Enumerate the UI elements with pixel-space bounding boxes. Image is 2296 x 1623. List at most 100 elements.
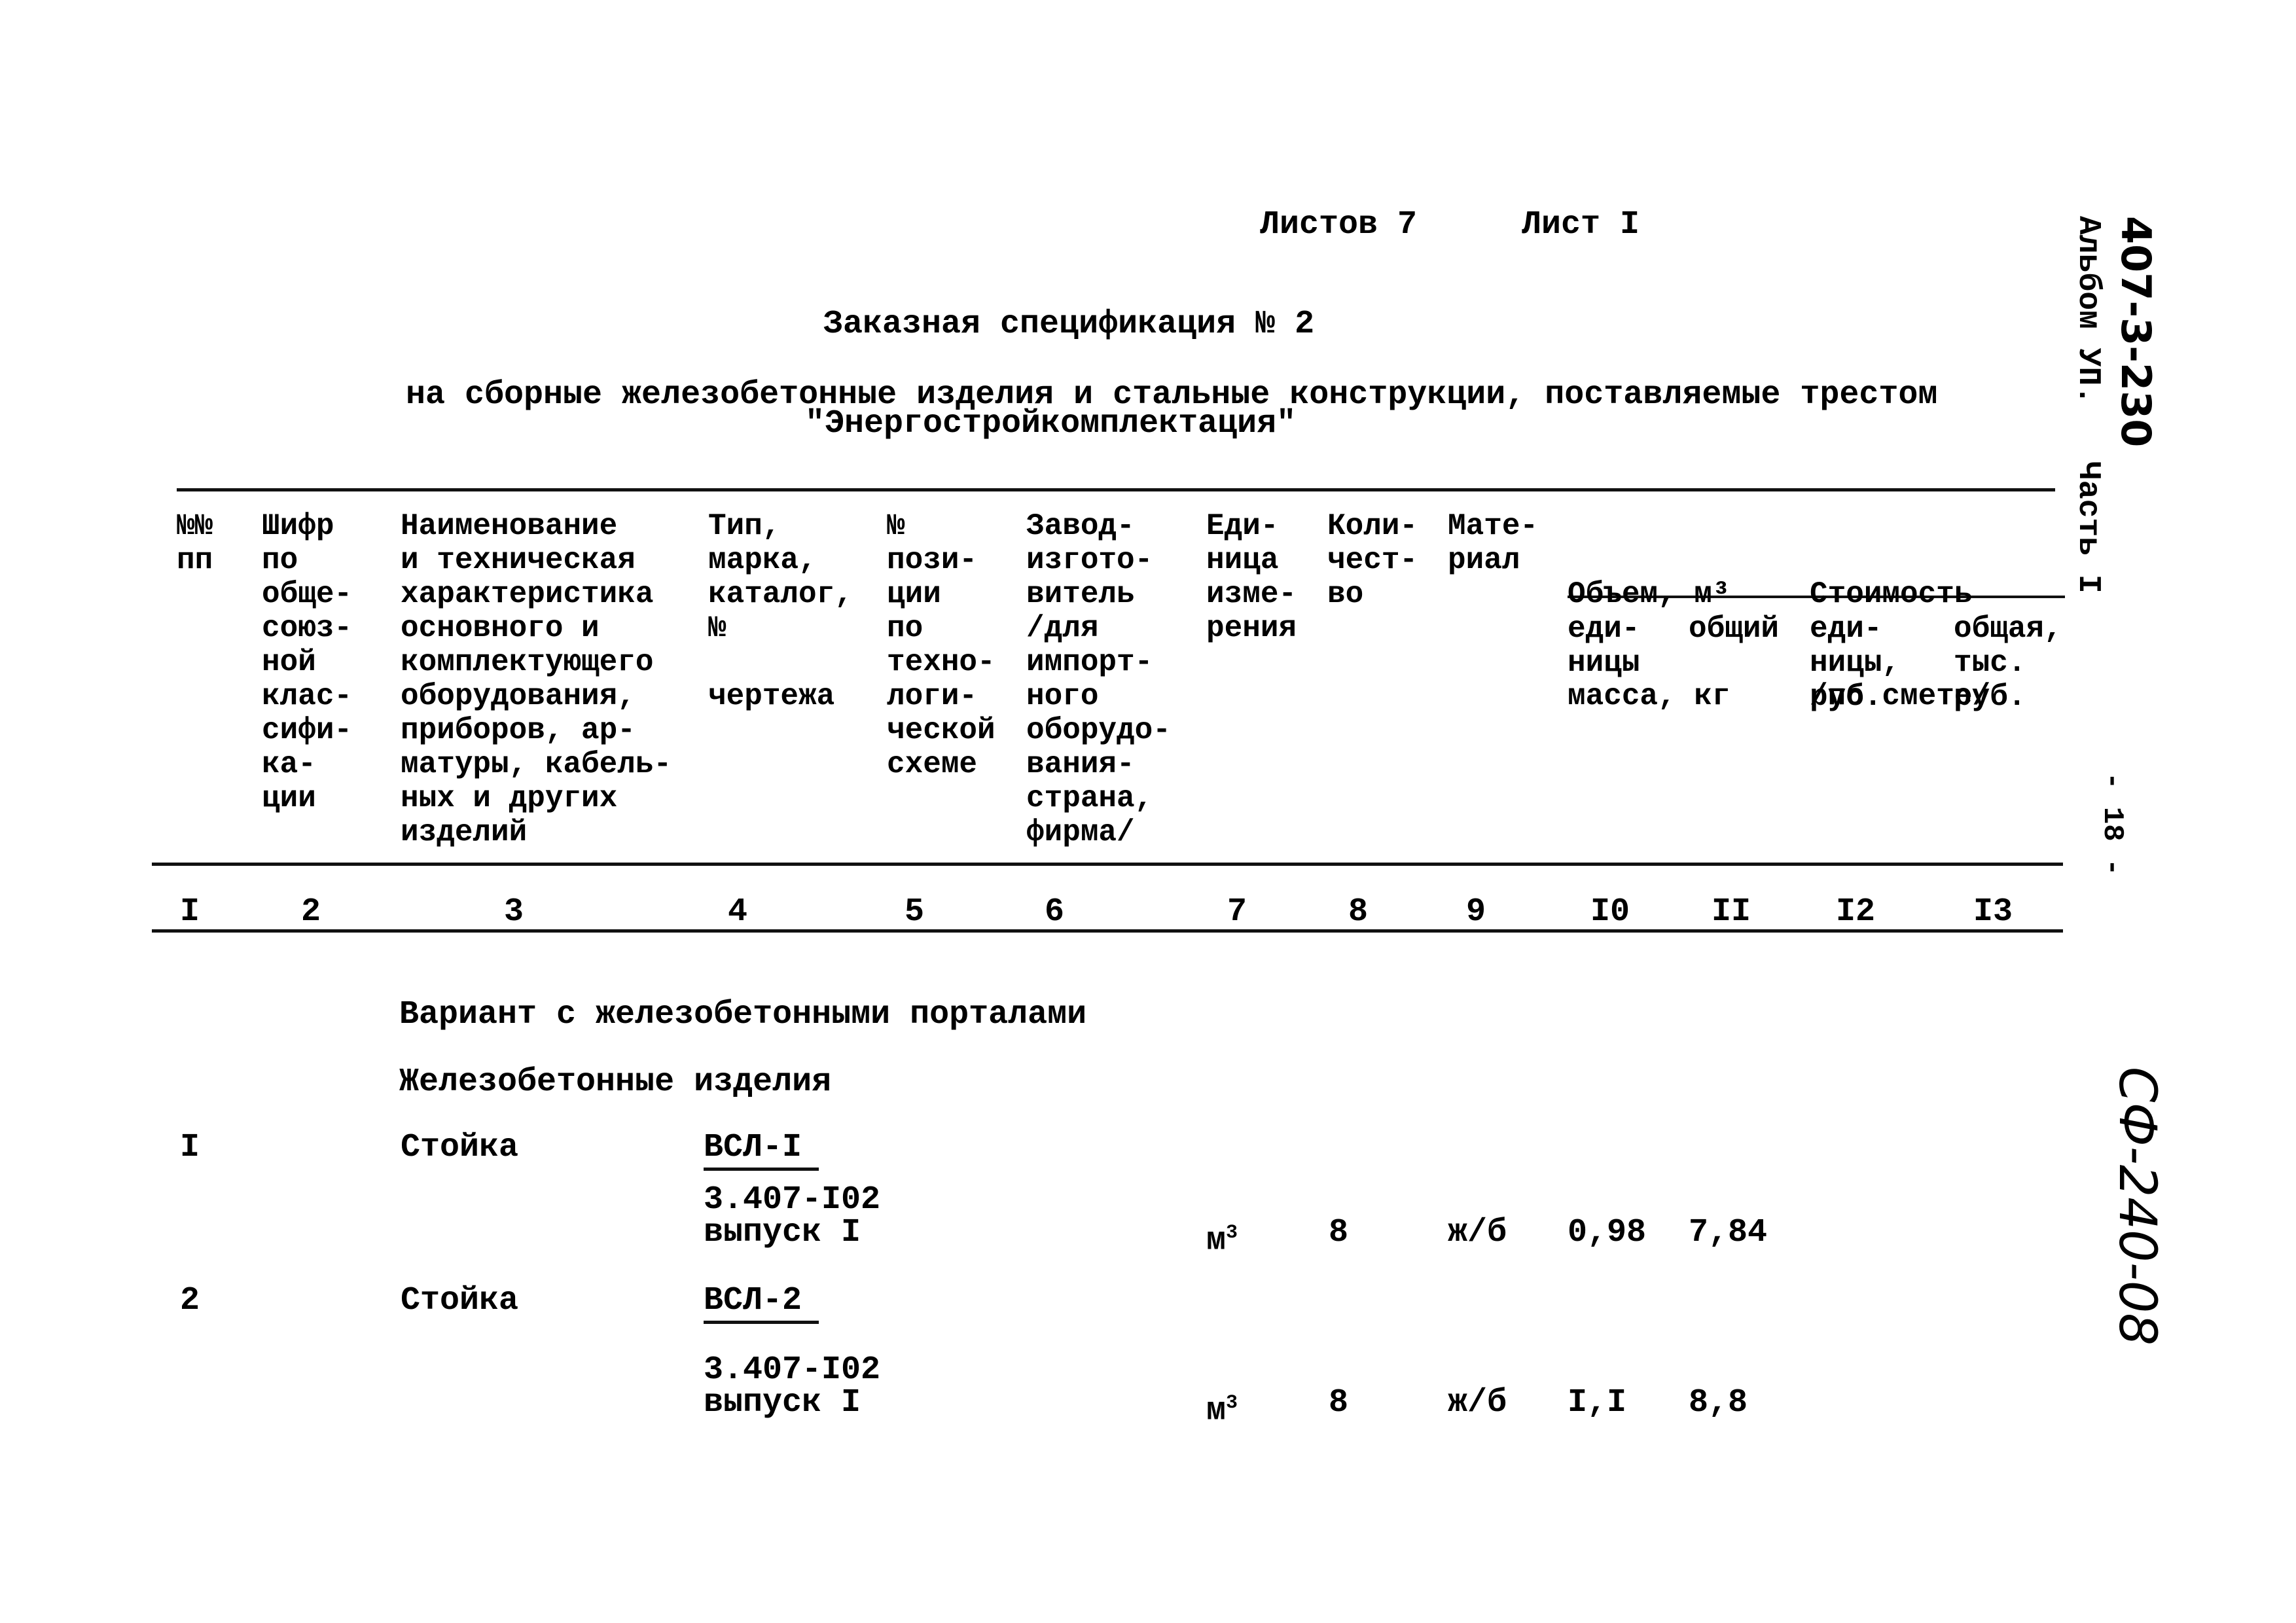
header-line: Коли- [1327, 509, 1418, 543]
header-line: страна, [1026, 781, 1153, 815]
header-line: изме- [1206, 577, 1297, 611]
row-name: Стойка [401, 1129, 519, 1166]
header-line: пози- [887, 543, 978, 577]
header-line [708, 645, 853, 679]
header-line: руб. [1810, 680, 1882, 714]
row-unit: м3 [1206, 1222, 1238, 1260]
header-line: общая, [1954, 612, 2062, 646]
column-number: 6 [1045, 893, 1065, 931]
header-line: чест- [1327, 543, 1418, 577]
header-line: ции [262, 781, 316, 815]
header-cost-title: Стоимость [1810, 577, 1973, 611]
row-mark: ВСЛ-I [704, 1131, 819, 1171]
row-material: ж/б [1448, 1214, 1507, 1251]
header-line: вания- [1026, 747, 1135, 781]
header-col-4: Тип, марка, каталог, № чертежа [708, 509, 853, 713]
header-line: клас- [262, 679, 353, 713]
sheet-number: Лист I [1522, 206, 1640, 243]
header-line: основного и [401, 611, 600, 645]
document-subtitle-line2: "Энергостройкомплектация" [805, 405, 1297, 442]
header-bottom-rule [152, 863, 2063, 866]
header-line: характеристика [401, 577, 654, 611]
column-number: II [1712, 893, 1751, 931]
header-col-2: Шифр по обще-союз-ной клас-сифи-ка-ции [262, 509, 352, 815]
header-line: /для [1026, 611, 1099, 645]
header-line: сифи- [262, 713, 353, 747]
header-col-10: еди-ницы [1568, 612, 1640, 680]
header-line: Завод- [1026, 509, 1135, 543]
header-line: ции [887, 577, 941, 611]
header-line: риал [1448, 543, 1520, 577]
header-line: каталог, [708, 577, 853, 611]
header-line: изгото- [1026, 543, 1153, 577]
column-number: 9 [1466, 893, 1486, 931]
row-issue: выпуск I [704, 1214, 861, 1251]
header-line: № [708, 611, 726, 645]
column-numbers-bottom-rule [152, 929, 2063, 933]
header-line: изделий [401, 815, 528, 849]
header-line: ческой [887, 713, 996, 747]
row-volume-unit: 0,98 [1568, 1214, 1647, 1251]
header-line: Наименование [401, 509, 618, 543]
column-number: I [180, 893, 200, 931]
header-line: ного [1026, 679, 1099, 713]
header-line: схеме [887, 747, 978, 781]
header-volume-subtitle: масса, кг [1568, 679, 1731, 713]
stamp-part: Часть I [2070, 461, 2106, 594]
table-top-rule [177, 488, 2055, 491]
column-number: I0 [1590, 893, 1630, 931]
header-line: фирма/ [1026, 815, 1135, 849]
header-line: ных и других [401, 781, 618, 815]
header-line: руб. [1954, 680, 2026, 714]
document-title: Заказная спецификация № 2 [823, 306, 1315, 343]
row-quantity: 8 [1329, 1214, 1349, 1251]
column-number: 5 [905, 893, 925, 931]
column-number: 2 [301, 893, 321, 931]
row-volume-total: 7,84 [1689, 1214, 1768, 1251]
header-col-11: общий [1689, 612, 1779, 646]
header-line: матуры, кабель- [401, 747, 672, 781]
row-name: Стойка [401, 1282, 519, 1319]
header-line: еди- [1810, 612, 1882, 646]
header-col-5: № пози-ции по техно-логи-ческой схеме [887, 509, 996, 781]
row-number: I [180, 1129, 200, 1166]
header-line: ницы [1568, 646, 1640, 680]
row-quantity: 8 [1329, 1384, 1349, 1421]
header-col-9: Мате-риал [1448, 509, 1538, 577]
header-line: чертежа [708, 679, 835, 713]
column-number: 4 [728, 893, 748, 931]
header-line: Еди- [1206, 509, 1279, 543]
header-col-1: №№ пп [177, 509, 213, 577]
header-col-8: Коли-чест-во [1327, 509, 1418, 611]
header-col-13: общая, тыс. руб. [1954, 612, 2062, 714]
header-line: оборудо- [1026, 713, 1171, 747]
row-mark: ВСЛ-2 [704, 1284, 819, 1324]
stamp-code: 407-3-230 [2112, 216, 2160, 448]
header-line: обще- [262, 577, 353, 611]
header-col-3: Наименование и техническая характеристика о… [401, 509, 672, 849]
header-line: №№ [177, 509, 213, 543]
header-line: импорт- [1026, 645, 1153, 679]
row-volume-unit: I,I [1568, 1384, 1627, 1421]
column-number: 8 [1348, 893, 1369, 931]
header-line: Тип, [708, 509, 781, 543]
row-volume-total: 8,8 [1689, 1384, 1748, 1421]
column-number: 7 [1227, 893, 1247, 931]
header-line: комплектующего [401, 645, 654, 679]
row-number: 2 [180, 1282, 200, 1319]
header-line: общий [1689, 612, 1780, 646]
sheets-total: Листов 7 [1260, 206, 1418, 243]
header-line: рения [1206, 611, 1297, 645]
header-line: по [262, 543, 298, 577]
header-line: и техническая [401, 543, 636, 577]
header-line: приборов, ар- [401, 713, 636, 747]
row-unit: м3 [1206, 1392, 1238, 1430]
row-series: 3.407-I02 [704, 1181, 881, 1219]
header-line: витель [1026, 577, 1135, 611]
header-line: во [1327, 577, 1364, 611]
header-line: по [887, 611, 924, 645]
header-line: Мате- [1448, 509, 1539, 543]
row-material: ж/б [1448, 1384, 1507, 1421]
section-title: Вариант с железобетонными порталами [399, 996, 1087, 1033]
header-line: еди- [1568, 612, 1640, 646]
